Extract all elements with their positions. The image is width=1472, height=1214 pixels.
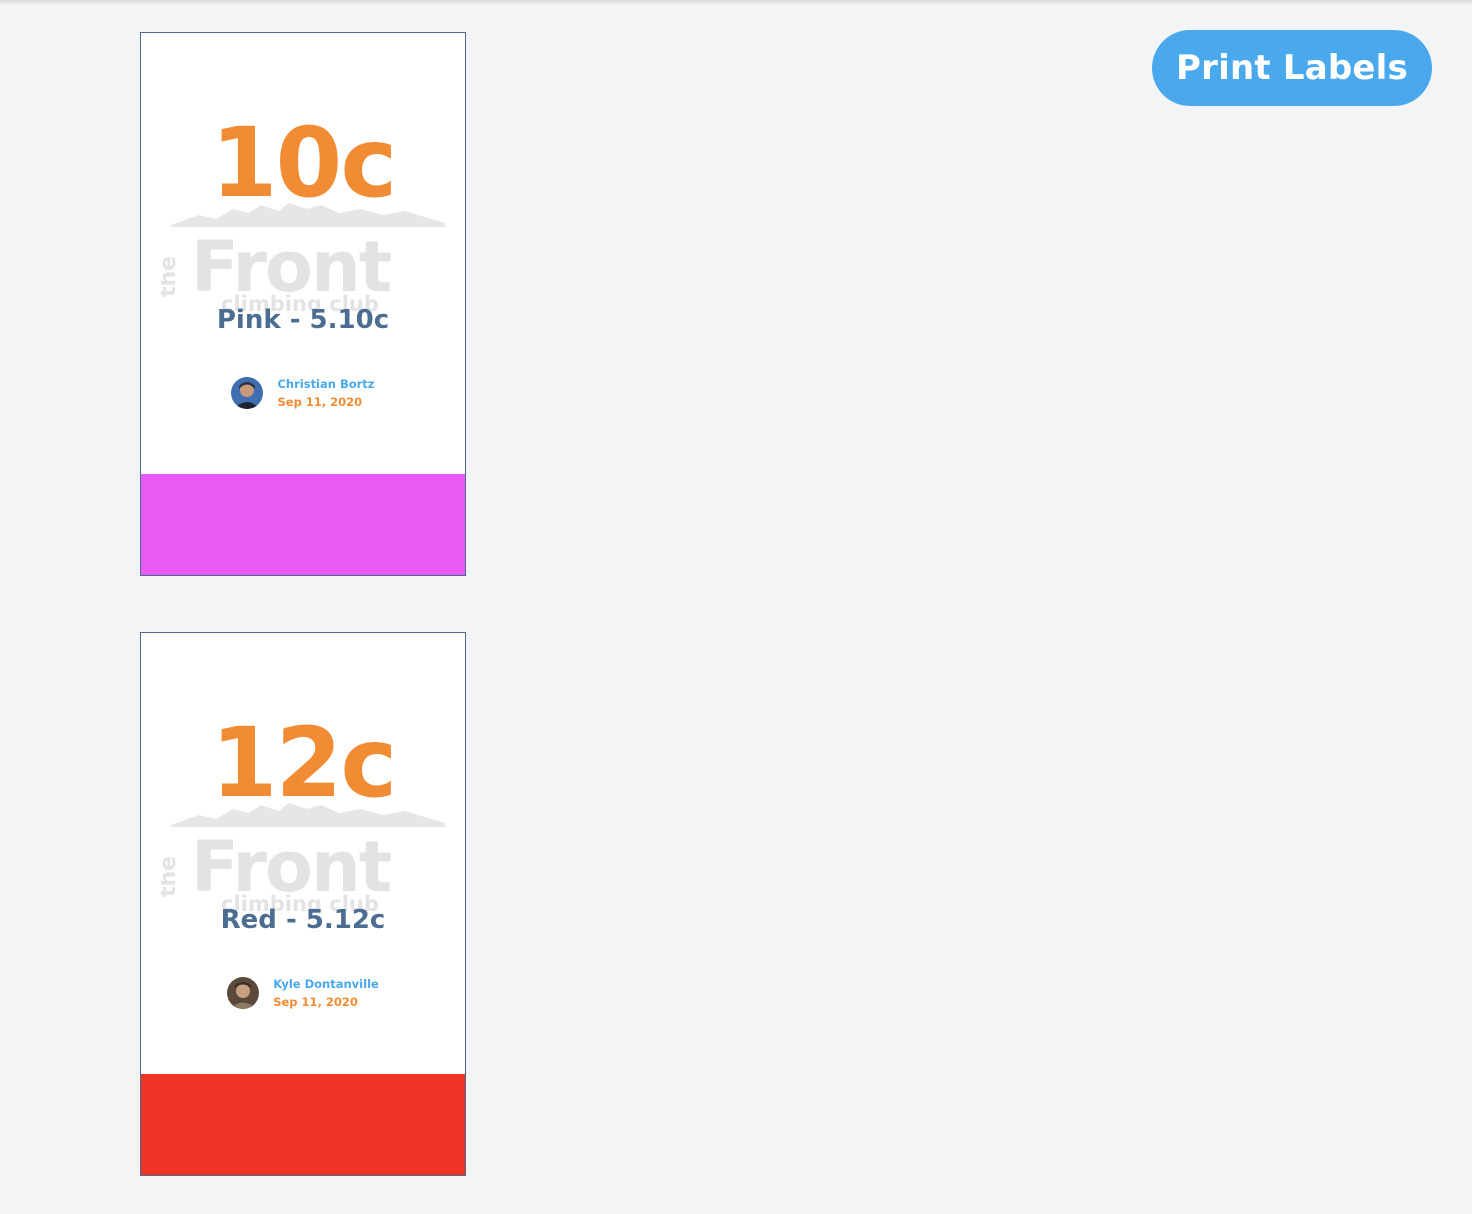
grade-large: 12c	[210, 707, 398, 819]
setter-name: Kyle Dontanville	[273, 977, 379, 991]
grade-large: 10c	[210, 107, 398, 219]
setter-name: Christian Bortz	[277, 377, 375, 391]
top-bar-shadow	[0, 0, 1472, 6]
print-labels-button[interactable]: Print Labels	[1152, 30, 1432, 106]
setter-avatar	[231, 377, 264, 409]
route-label-card[interactable]: 10c the Front climbing club Pink - 5.10c…	[140, 32, 466, 576]
route-color-bar	[141, 474, 465, 575]
setter-avatar	[227, 977, 260, 1009]
set-date: Sep 11, 2020	[277, 395, 363, 409]
setter-info: Kyle Dontanville Sep 11, 2020	[141, 975, 465, 1011]
route-color-grade: Pink - 5.10c	[216, 305, 390, 335]
route-color-grade: Red - 5.12c	[220, 905, 386, 935]
route-label-card[interactable]: 12c the Front climbing club Red - 5.12c …	[140, 632, 466, 1176]
setter-info: Christian Bortz Sep 11, 2020	[141, 375, 465, 411]
route-color-bar	[141, 1074, 465, 1175]
svg-text:the: the	[161, 256, 181, 297]
svg-text:the: the	[161, 856, 181, 897]
set-date: Sep 11, 2020	[273, 995, 358, 1009]
